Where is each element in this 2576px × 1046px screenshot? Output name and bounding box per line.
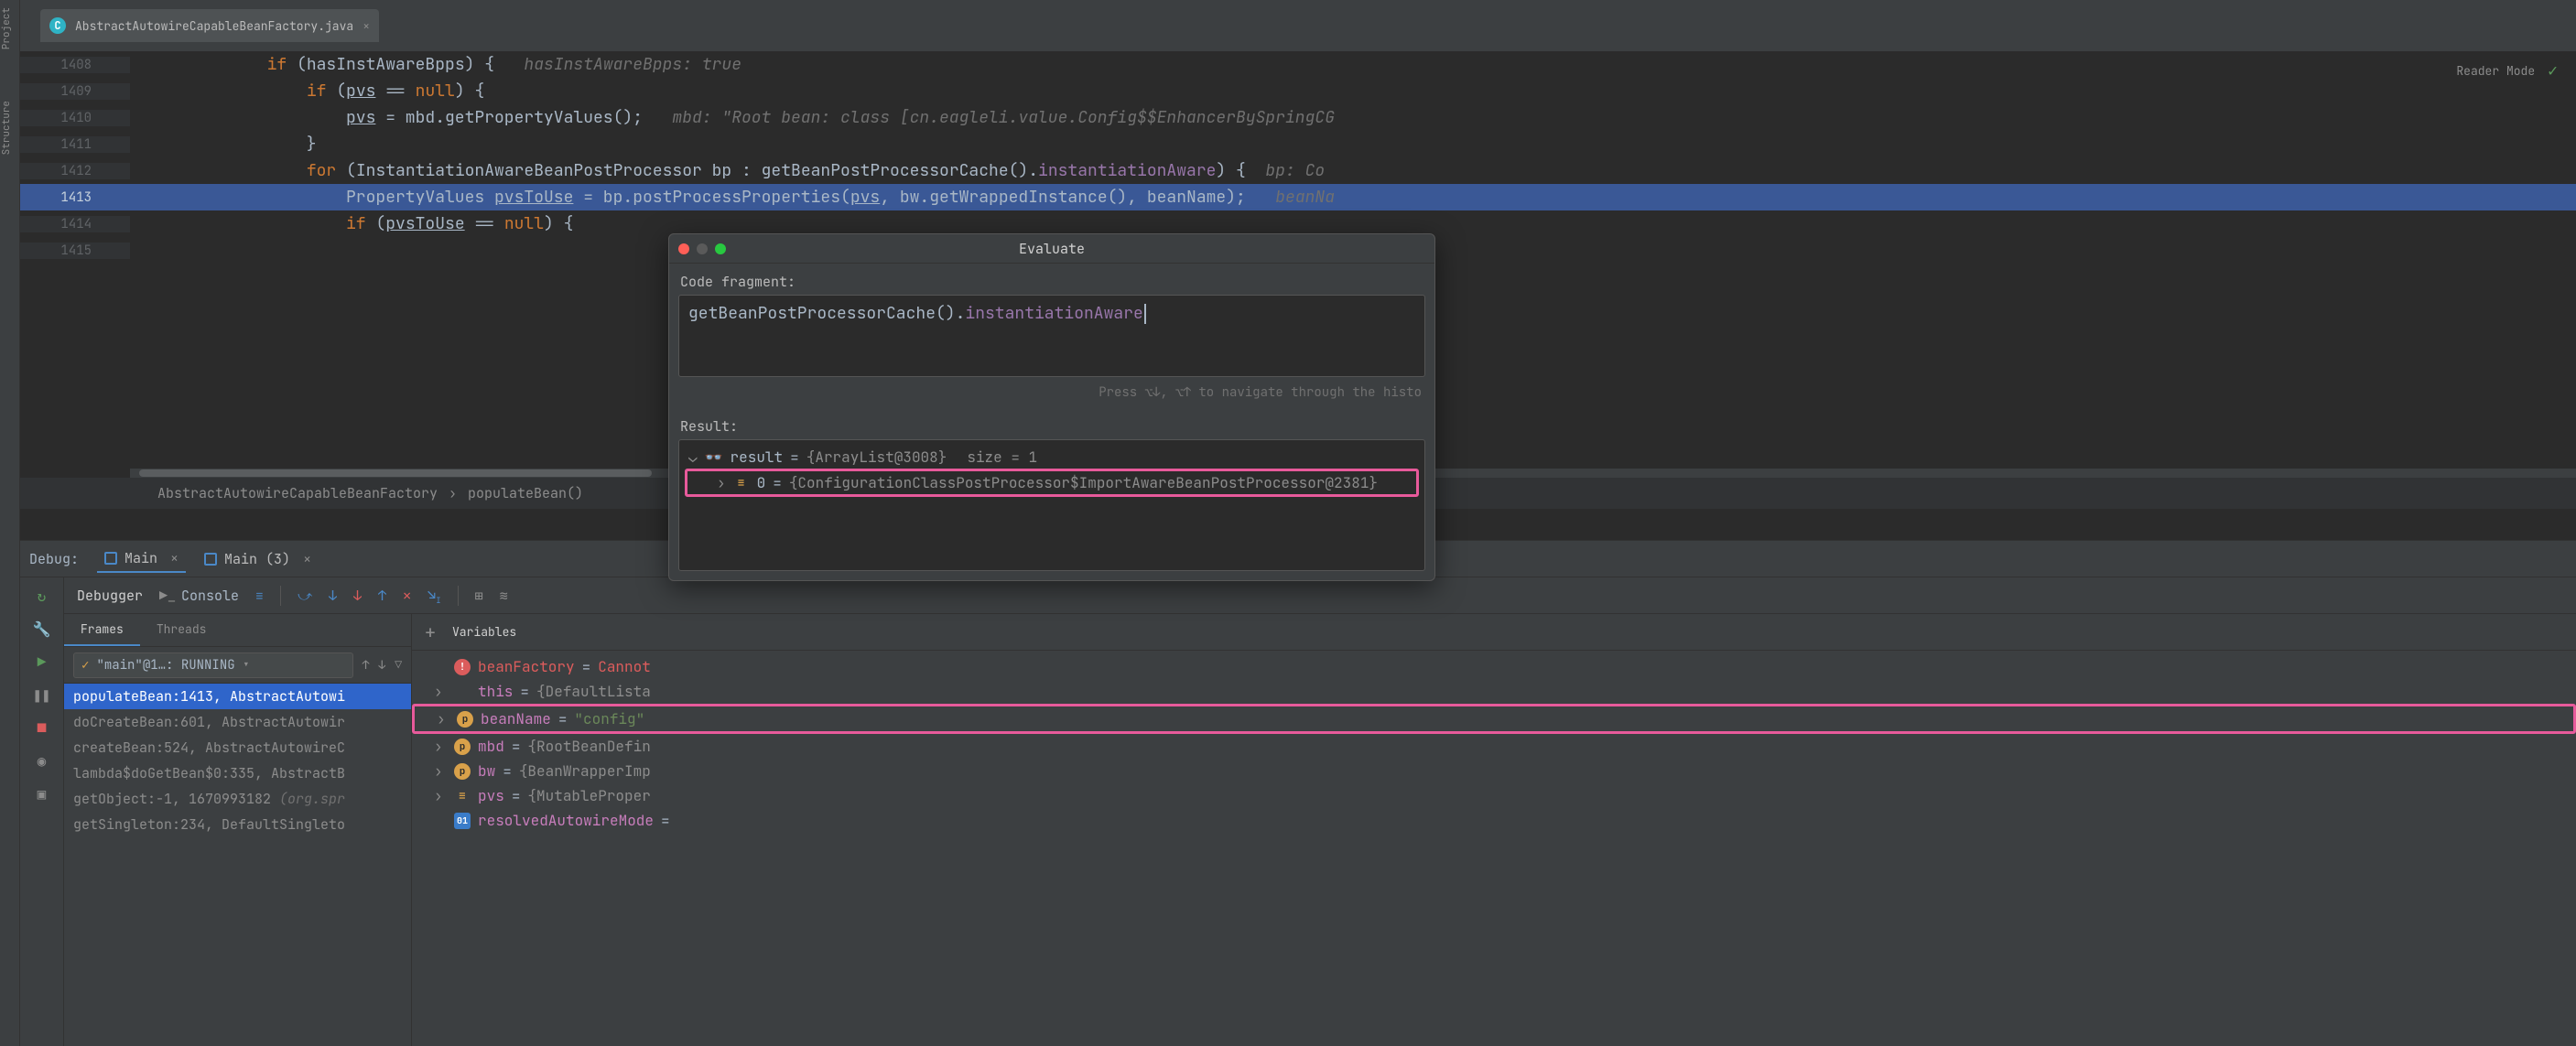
evaluate-title: Evaluate: [1019, 240, 1085, 258]
primitive-icon: 01: [454, 813, 471, 829]
debug-action-strip: ↻ 🔧 ▶ ❚❚ ■ ◉ ▣: [20, 577, 64, 1046]
result-row[interactable]: ›≡0 = {ConfigurationClassPostProcessor$I…: [685, 469, 1419, 497]
param-icon: p: [457, 711, 473, 728]
threads-tab[interactable]: Threads: [140, 614, 223, 646]
code-line[interactable]: 1411 }: [20, 131, 2576, 157]
drop-frame-icon[interactable]: ✕: [403, 587, 411, 605]
left-tool-strip: Project Structure: [0, 0, 20, 1046]
variables-header: + Variables: [412, 614, 2576, 651]
run-config-icon: [104, 552, 117, 565]
code-line[interactable]: 1410 pvs = mbd.getPropertyValues(); mbd:…: [20, 104, 2576, 131]
console-icon: ▶_: [159, 587, 176, 605]
result-row[interactable]: ⌄👓result = {ArrayList@3008}size = 1: [685, 446, 1419, 469]
frame-list[interactable]: populateBean:1413, AbstractAutowidoCreat…: [64, 684, 411, 1046]
file-tab[interactable]: C AbstractAutowireCapableBeanFactory.jav…: [40, 9, 379, 42]
evaluate-result[interactable]: ⌄👓result = {ArrayList@3008}size = 1›≡0 =…: [678, 439, 1425, 571]
view-breakpoints-icon[interactable]: ◉: [33, 751, 51, 770]
code-fragment-label: Code fragment:: [669, 264, 1434, 295]
param-icon: p: [454, 763, 471, 780]
thread-name: "main"@1…: RUNNING: [96, 657, 234, 674]
file-tab-label: AbstractAutowireCapableBeanFactory.java: [75, 18, 353, 34]
stack-frame[interactable]: createBean:524, AbstractAutowireC: [64, 735, 411, 760]
param-icon: p: [454, 739, 471, 755]
debug-panel: Debug: Main× Main (3)× ↻ 🔧 ▶ ❚❚ ■ ◉ ▣ Deb…: [20, 540, 2576, 1046]
code-line[interactable]: 1413 PropertyValues pvsToUse = bp.postPr…: [20, 184, 2576, 210]
prev-frame-icon[interactable]: ↑: [363, 657, 370, 673]
error-icon: !: [454, 659, 471, 675]
add-watch-icon[interactable]: +: [425, 620, 436, 644]
variables-list[interactable]: !beanFactory = Cannot›this = {DefaultLis…: [412, 651, 2576, 1046]
threads-icon[interactable]: ≡: [255, 587, 264, 605]
stack-frame[interactable]: lambda$doGetBean$0:335, AbstractB: [64, 760, 411, 786]
debug-run-tab[interactable]: Main (3)×: [197, 545, 319, 573]
code-line[interactable]: 1409 if (pvs == null) {: [20, 78, 2576, 104]
thread-selector-row: ✓ "main"@1…: RUNNING ▾ ↑ ↓ ▽: [64, 647, 411, 684]
variable-row[interactable]: 01resolvedAutowireMode =: [412, 808, 2576, 833]
evaluate-dialog[interactable]: Evaluate Code fragment: getBeanPostProce…: [668, 233, 1435, 581]
evaluate-icon[interactable]: ⊞: [475, 587, 483, 605]
step-over-icon[interactable]: ⤻: [298, 587, 312, 605]
step-out-icon[interactable]: ↑: [378, 587, 386, 605]
run-to-cursor-icon[interactable]: ↘I: [428, 586, 440, 606]
settings-icon[interactable]: 🔧: [33, 620, 51, 638]
layout-icon[interactable]: ▣: [33, 784, 51, 803]
window-controls[interactable]: [678, 243, 726, 254]
debug-run-tab[interactable]: Main×: [97, 545, 186, 573]
variable-row[interactable]: !beanFactory = Cannot: [412, 654, 2576, 679]
debug-label: Debug:: [29, 550, 79, 568]
variable-row[interactable]: ›pbw = {BeanWrapperImp: [412, 759, 2576, 783]
stack-frame[interactable]: doCreateBean:601, AbstractAutowir: [64, 709, 411, 735]
pause-icon[interactable]: ❚❚: [33, 685, 51, 704]
chevron-down-icon: ▾: [243, 657, 250, 674]
debugger-tab[interactable]: Debugger: [77, 587, 143, 605]
stop-icon[interactable]: ■: [33, 718, 51, 737]
watch-icon: 👓: [705, 448, 723, 467]
evaluate-expression-input[interactable]: getBeanPostProcessorCache().instantiatio…: [678, 295, 1425, 377]
result-label: Result:: [669, 408, 1434, 439]
stack-frame[interactable]: getSingleton:234, DefaultSingleto: [64, 812, 411, 837]
thread-selector[interactable]: ✓ "main"@1…: RUNNING ▾: [73, 652, 353, 678]
debug-toolbar: Debugger ▶_ Console ≡ ⤻ ↓ ↓ ↑ ✕ ↘I ⊞ ≋: [64, 577, 2576, 614]
frames-tab[interactable]: Frames: [64, 614, 140, 646]
array-icon: ≡: [454, 788, 471, 804]
filter-icon[interactable]: ▽: [395, 657, 402, 673]
variable-row[interactable]: ›this = {DefaultLista: [412, 679, 2576, 704]
minimize-window-icon[interactable]: [697, 243, 708, 254]
zoom-window-icon[interactable]: [715, 243, 726, 254]
array-icon: ≡: [733, 475, 750, 491]
breadcrumb-class[interactable]: AbstractAutowireCapableBeanFactory: [157, 484, 438, 502]
stack-frame[interactable]: getObject:-1, 1670993182 (org.spr: [64, 786, 411, 812]
evaluate-titlebar[interactable]: Evaluate: [669, 234, 1434, 264]
close-window-icon[interactable]: [678, 243, 689, 254]
variable-row[interactable]: ›≡pvs = {MutableProper: [412, 783, 2576, 808]
code-line[interactable]: 1412 for (InstantiationAwareBeanPostProc…: [20, 157, 2576, 184]
trace-icon[interactable]: ≋: [500, 587, 508, 605]
close-icon[interactable]: ×: [363, 18, 370, 34]
force-step-into-icon[interactable]: ↓: [353, 587, 362, 605]
rerun-icon[interactable]: ↻: [33, 587, 51, 605]
console-tab[interactable]: ▶_ Console: [159, 587, 239, 605]
class-icon: C: [49, 17, 66, 34]
variables-label: Variables: [452, 624, 516, 640]
project-tool-label[interactable]: Project: [0, 0, 13, 57]
stack-frame[interactable]: populateBean:1413, AbstractAutowi: [64, 684, 411, 709]
resume-icon[interactable]: ▶: [33, 652, 51, 671]
variable-row[interactable]: ›pmbd = {RootBeanDefin: [412, 734, 2576, 759]
step-into-icon[interactable]: ↓: [329, 587, 337, 605]
check-icon: ✓: [81, 657, 89, 674]
chevron-right-icon: ›: [449, 484, 457, 502]
code-line[interactable]: 1408 if (hasInstAwareBpps) { hasInstAwar…: [20, 51, 2576, 78]
close-icon[interactable]: ×: [303, 550, 311, 568]
file-tab-bar: C AbstractAutowireCapableBeanFactory.jav…: [20, 0, 2576, 51]
breadcrumb-method[interactable]: populateBean(): [468, 484, 583, 502]
evaluate-hint: Press ⌥↓, ⌥↑ to navigate through the his…: [669, 377, 1434, 408]
run-config-icon: [204, 553, 217, 566]
close-icon[interactable]: ×: [170, 549, 179, 567]
next-frame-icon[interactable]: ↓: [378, 657, 385, 673]
variable-row[interactable]: ›pbeanName = "config": [412, 704, 2576, 734]
structure-tool-label[interactable]: Structure: [0, 93, 13, 162]
